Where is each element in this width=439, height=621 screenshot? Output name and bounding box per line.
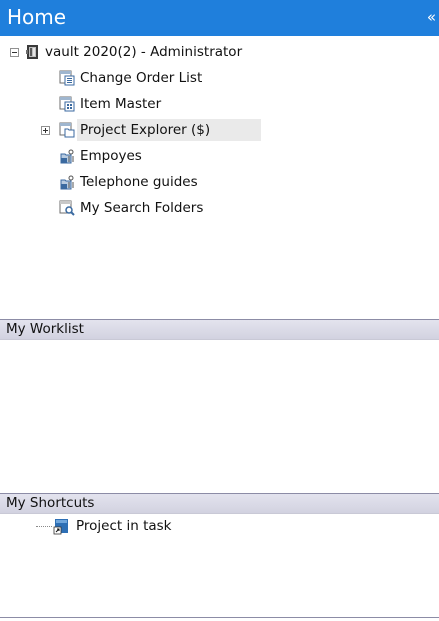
pane-bottom-divider (0, 617, 439, 618)
search-folder-icon (59, 200, 76, 216)
tree-item-change-order-list[interactable]: Change Order List (0, 66, 439, 90)
tree-item-label: Telephone guides (80, 174, 198, 190)
tree-item-my-search-folders[interactable]: My Search Folders (0, 196, 439, 220)
tree-connector (36, 526, 52, 528)
tree-item-label: Empoyes (80, 148, 142, 164)
tree-item-label: Change Order List (80, 70, 203, 86)
saved-search-icon (59, 148, 76, 164)
tree-item-item-master[interactable]: Item Master (0, 92, 439, 116)
expand-toggle-icon[interactable] (41, 126, 50, 135)
home-header: Home « (0, 0, 439, 36)
vault-icon (25, 44, 42, 60)
tree-item-label: Item Master (80, 96, 162, 112)
tree-root-vault[interactable]: vault 2020(2) - Administrator (0, 40, 439, 64)
vault-navigation-pane: Home « vault 2020(2) - Administrator Cha… (0, 0, 439, 621)
tree-item-empoyes[interactable]: Empoyes (0, 144, 439, 168)
collapse-toggle-icon[interactable] (10, 48, 19, 57)
change-order-list-icon (59, 70, 76, 86)
shortcuts-title: My Shortcuts (6, 495, 95, 511)
worklist-content (0, 340, 439, 489)
tree-root-label: vault 2020(2) - Administrator (45, 44, 243, 60)
shortcut-label: Project in task (76, 518, 172, 534)
collapse-pane-button[interactable]: « (421, 7, 439, 27)
home-title: Home (7, 5, 67, 29)
saved-search-icon (59, 174, 76, 190)
tree-item-project-explorer[interactable]: Project Explorer ($) (0, 118, 439, 142)
tree-item-label: Project Explorer ($) (80, 122, 211, 138)
worklist-section-header[interactable]: My Worklist (0, 319, 439, 340)
item-master-icon (59, 96, 76, 112)
tree-item-telephone-guides[interactable]: Telephone guides (0, 170, 439, 194)
shortcuts-section-header[interactable]: My Shortcuts (0, 493, 439, 514)
worklist-title: My Worklist (6, 321, 84, 337)
shortcut-item-project-in-task[interactable]: Project in task (0, 514, 439, 538)
shortcut-icon (53, 518, 70, 535)
project-explorer-icon (59, 122, 76, 138)
tree-item-label: My Search Folders (80, 200, 204, 216)
